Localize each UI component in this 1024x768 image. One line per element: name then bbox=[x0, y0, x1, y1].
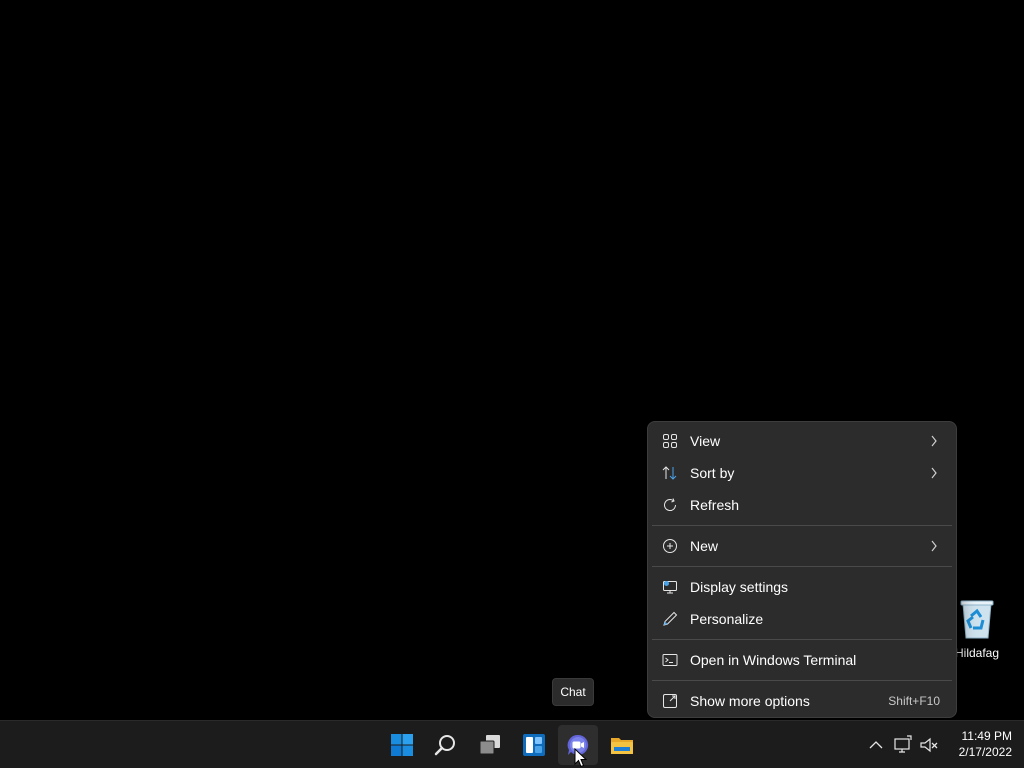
menu-item-personalize[interactable]: Personalize bbox=[652, 603, 952, 635]
chevron-right-icon bbox=[931, 540, 937, 552]
menu-item-shortcut: Shift+F10 bbox=[888, 694, 940, 708]
mouse-cursor-icon bbox=[574, 748, 588, 768]
chevron-up-icon bbox=[869, 741, 883, 749]
menu-item-sort-by[interactable]: Sort by bbox=[652, 457, 952, 489]
windows-start-icon bbox=[391, 734, 413, 756]
personalize-pen-icon bbox=[663, 611, 678, 626]
task-view-icon bbox=[479, 735, 500, 755]
menu-separator bbox=[652, 639, 952, 640]
menu-item-view[interactable]: View bbox=[652, 425, 952, 457]
menu-item-label: New bbox=[690, 538, 719, 554]
menu-item-label: Personalize bbox=[690, 611, 764, 627]
taskbar-task-view-button[interactable] bbox=[470, 725, 510, 765]
widgets-icon bbox=[523, 734, 545, 756]
taskbar-search-button[interactable] bbox=[426, 725, 466, 765]
file-explorer-icon bbox=[611, 738, 633, 754]
chevron-right-icon bbox=[931, 435, 937, 447]
clock-time: 11:49 PM bbox=[961, 729, 1012, 743]
chevron-right-icon bbox=[931, 467, 937, 479]
taskbar-start-button[interactable] bbox=[382, 725, 422, 765]
menu-item-open-terminal[interactable]: Open in Windows Terminal bbox=[652, 644, 952, 676]
tray-network-button[interactable] bbox=[892, 733, 914, 757]
tray-overflow-button[interactable] bbox=[866, 733, 886, 757]
chat-tooltip: Chat bbox=[552, 678, 594, 706]
menu-item-refresh[interactable]: Refresh bbox=[652, 489, 952, 521]
taskbar-clock[interactable]: 11:49 PM 2/17/2022 bbox=[944, 728, 1012, 760]
network-icon bbox=[894, 735, 912, 753]
tray-volume-button[interactable] bbox=[918, 733, 940, 757]
menu-item-label: Display settings bbox=[690, 579, 789, 595]
menu-separator bbox=[652, 680, 952, 681]
menu-item-label: View bbox=[690, 433, 721, 449]
desktop-context-menu: View Sort by Refresh New Display setting… bbox=[647, 421, 957, 718]
sort-icon bbox=[662, 466, 677, 480]
taskbar-file-explorer-button[interactable] bbox=[602, 725, 642, 765]
menu-item-label: Show more options bbox=[690, 693, 810, 709]
search-icon bbox=[434, 735, 455, 756]
menu-item-label: Sort by bbox=[690, 465, 735, 481]
menu-item-label: Open in Windows Terminal bbox=[690, 652, 857, 668]
volume-muted-icon bbox=[920, 737, 938, 753]
recycle-bin-label: Hildafag bbox=[954, 646, 1000, 660]
menu-separator bbox=[652, 566, 952, 567]
taskbar-widgets-button[interactable] bbox=[514, 725, 554, 765]
terminal-icon bbox=[662, 654, 678, 666]
menu-item-label: Refresh bbox=[690, 497, 740, 513]
menu-item-new[interactable]: New bbox=[652, 530, 952, 562]
new-plus-icon bbox=[663, 539, 677, 553]
taskbar: 11:49 PM 2/17/2022 bbox=[0, 720, 1024, 768]
refresh-icon bbox=[664, 498, 677, 512]
more-options-icon bbox=[663, 694, 677, 708]
menu-item-show-more-options[interactable]: Show more options Shift+F10 bbox=[652, 685, 952, 717]
desktop[interactable]: Hildafag View Sort by Refresh New Displa… bbox=[0, 0, 1024, 720]
menu-item-display-settings[interactable]: Display settings bbox=[652, 571, 952, 603]
desktop-icon-recycle-bin[interactable]: Hildafag bbox=[950, 596, 1024, 666]
recycle-bin-icon bbox=[960, 600, 994, 639]
clock-date: 2/17/2022 bbox=[958, 745, 1012, 759]
view-grid-icon bbox=[663, 434, 677, 448]
menu-separator bbox=[652, 525, 952, 526]
display-settings-icon bbox=[663, 581, 677, 594]
